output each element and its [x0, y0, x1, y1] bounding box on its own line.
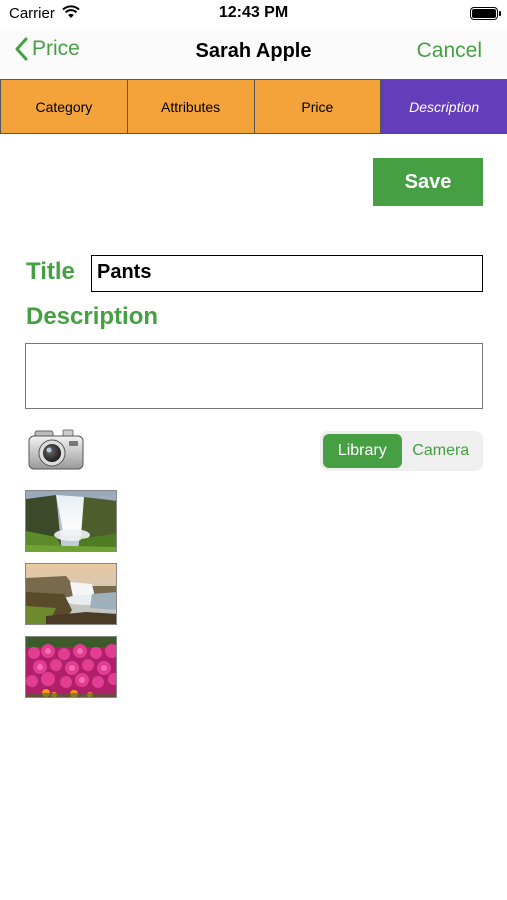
title-input[interactable]: Pants: [91, 255, 483, 292]
photo-thumbnail-waterfall[interactable]: [25, 490, 117, 552]
photo-thumbnail-pink-flowers[interactable]: [25, 636, 117, 698]
save-button[interactable]: Save: [373, 158, 483, 206]
tab-category[interactable]: Category: [0, 80, 128, 133]
back-button-label: Price: [32, 37, 80, 60]
waterfall-photo-icon: [26, 491, 116, 551]
description-textarea[interactable]: [25, 343, 483, 409]
step-tabs: Category Attributes Price Description: [0, 79, 507, 134]
battery-icon: [470, 7, 501, 20]
camera-icon[interactable]: [27, 428, 85, 472]
tab-price[interactable]: Price: [254, 80, 382, 133]
photo-source-segmented-control: Library Camera: [320, 431, 483, 471]
tab-attributes[interactable]: Attributes: [127, 80, 255, 133]
pink-flowers-photo-icon: [26, 637, 116, 697]
tab-description[interactable]: Description: [381, 80, 507, 133]
photo-thumbnail-coastal-waterfall[interactable]: [25, 563, 117, 625]
segment-library[interactable]: Library: [323, 434, 402, 468]
back-button[interactable]: Price: [14, 37, 80, 61]
status-bar: Carrier 12:43 PM: [0, 0, 507, 28]
status-time: 12:43 PM: [218, 4, 289, 21]
segment-camera[interactable]: Camera: [402, 434, 481, 468]
description-label: Description: [26, 303, 159, 330]
title-label: Title: [26, 258, 75, 285]
chevron-left-icon: [15, 37, 28, 61]
navigation-bar: Price Sarah Apple Cancel: [0, 28, 507, 78]
coastal-waterfall-photo-icon: [26, 564, 116, 624]
cancel-button[interactable]: Cancel: [417, 39, 482, 63]
